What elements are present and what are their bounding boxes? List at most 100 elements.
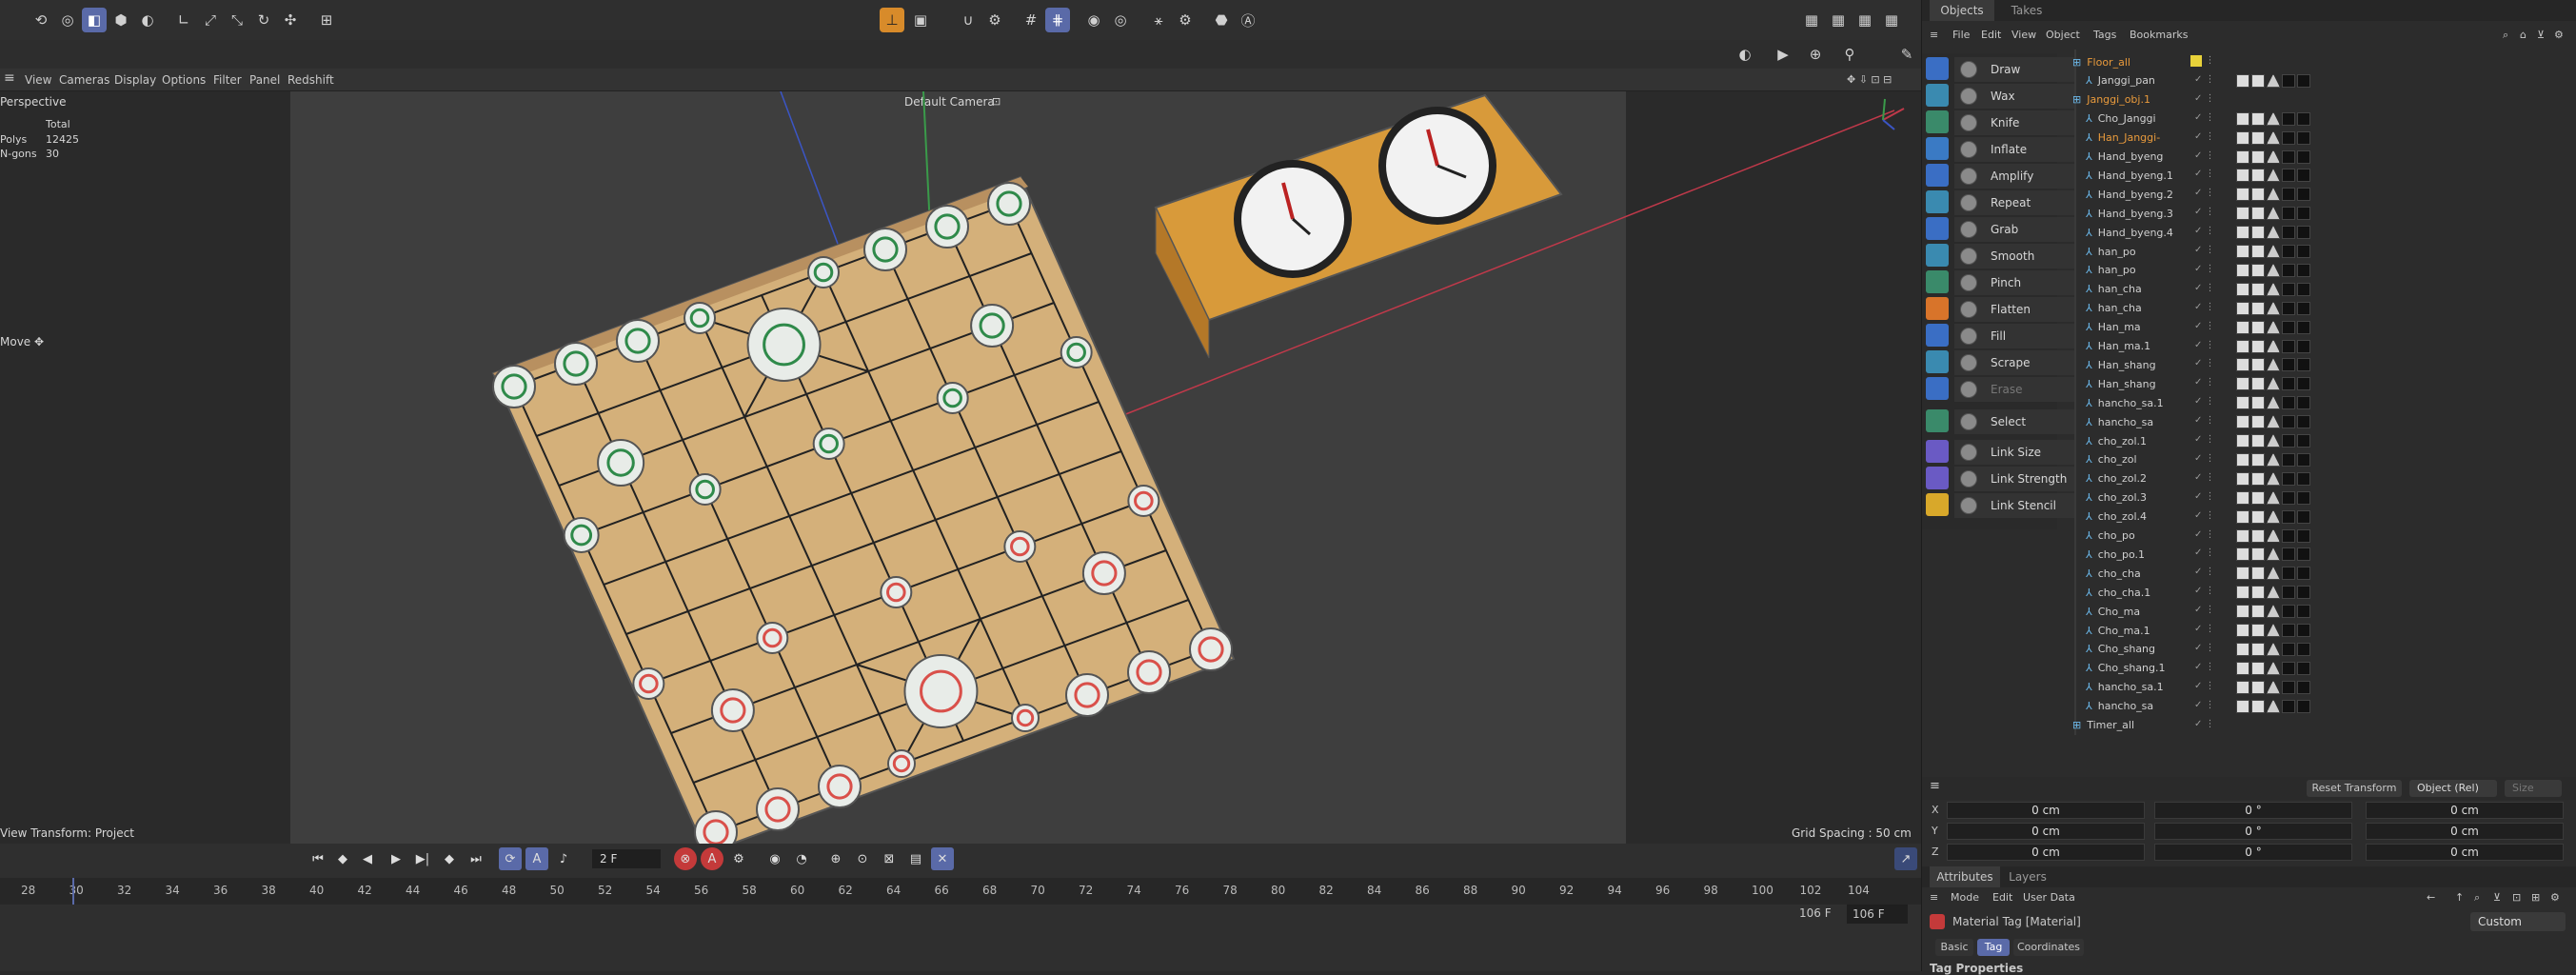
material-tag-icon[interactable] — [2236, 339, 2249, 353]
key-point-icon[interactable]: ▤ — [904, 847, 927, 870]
material-tag-icon[interactable] — [2282, 661, 2295, 675]
material-tag-icon[interactable] — [2236, 226, 2249, 240]
layer-icon[interactable]: ⬣ — [1209, 8, 1234, 32]
visibility-flags[interactable]: ✓ ⋮ — [2194, 624, 2215, 634]
key-param-icon[interactable]: ⊙ — [851, 847, 874, 870]
visibility-flags[interactable]: ✓ ⋮ — [2194, 321, 2215, 331]
material-tag-icon[interactable] — [2267, 509, 2280, 524]
material-tag-icon[interactable] — [2236, 377, 2249, 391]
material-tag-icon[interactable] — [2236, 567, 2249, 581]
material-tag-icon[interactable] — [2251, 509, 2265, 524]
material-tag-icon[interactable] — [2267, 605, 2280, 619]
material-tag-icon[interactable] — [2282, 490, 2295, 505]
hamburger-icon[interactable]: ≡ — [1930, 29, 1938, 41]
material-tag-icon[interactable] — [2297, 452, 2310, 467]
viewport-nav-icons[interactable]: ✥ ⇩ ⊡ ⊟ — [1847, 73, 1892, 86]
coord-rot-z[interactable]: 0 ° — [2154, 844, 2352, 861]
back-arrow-icon[interactable]: ← — [2427, 891, 2435, 904]
material-tag-icon[interactable] — [2236, 490, 2249, 505]
material-tag-icon[interactable] — [2282, 471, 2295, 486]
filter-icon[interactable]: ⊻ — [2493, 891, 2501, 904]
hamburger-icon[interactable]: ≡ — [1930, 779, 1940, 793]
visibility-flags[interactable]: ✓ ⋮ — [2194, 169, 2215, 179]
go-start-icon[interactable]: ⏮ — [307, 847, 329, 870]
material-tag-icon[interactable] — [2267, 490, 2280, 505]
menu-redshift[interactable]: Redshift — [287, 73, 334, 87]
material-tag-icon[interactable] — [2236, 320, 2249, 334]
tab-layers[interactable]: Layers — [2004, 866, 2051, 887]
visibility-flags[interactable]: ✓ ⋮ — [2194, 472, 2215, 483]
film-icon[interactable]: ▦ — [1799, 8, 1824, 32]
hamburger-icon[interactable]: ≡ — [1930, 891, 1938, 904]
coord-scale-x[interactable]: 0 cm — [2366, 802, 2564, 819]
material-tag-icon[interactable] — [2251, 586, 2265, 600]
target-icon[interactable]: ◉ — [1081, 8, 1106, 32]
coord-pos-z[interactable]: 0 cm — [1947, 844, 2145, 861]
material-tag-icon[interactable] — [2267, 358, 2280, 372]
loop-icon[interactable]: ⟳ — [499, 847, 522, 870]
visibility-flags[interactable]: ✓ ⋮ — [2194, 358, 2215, 368]
material-tag-icon[interactable] — [2251, 358, 2265, 372]
coord-mode-dropdown[interactable]: Object (Rel) — [2409, 780, 2497, 797]
visibility-flags[interactable]: ✓ ⋮ — [2194, 245, 2215, 255]
play-icon[interactable]: ▶ — [385, 847, 407, 870]
material-tag-icon[interactable] — [2297, 245, 2310, 258]
visibility-flags[interactable]: ✓ ⋮ — [2194, 131, 2215, 142]
subtab-basic[interactable]: Basic — [1935, 939, 1973, 956]
material-tag-icon[interactable] — [2236, 471, 2249, 486]
material-tag-icon[interactable] — [2297, 226, 2310, 240]
material-tag-icon[interactable] — [2282, 642, 2295, 656]
key-pla-icon[interactable]: ⊠ — [878, 847, 901, 870]
material-tag-icon[interactable] — [2236, 149, 2249, 164]
material-tag-icon[interactable] — [2236, 282, 2249, 296]
visibility-flags[interactable]: ✓ ⋮ — [2194, 605, 2215, 615]
visibility-flags[interactable]: ✓ ⋮ — [2194, 719, 2215, 729]
material-tag-icon[interactable] — [2236, 130, 2249, 145]
material-tag-icon[interactable] — [2282, 149, 2295, 164]
material-tag-icon[interactable] — [2251, 680, 2265, 694]
visibility-flags[interactable]: ✓ ⋮ — [2194, 700, 2215, 710]
grid-snap-icon[interactable]: ⋕ — [1045, 8, 1070, 32]
visibility-flags[interactable]: ✓ ⋮ — [2194, 283, 2215, 293]
hamburger-icon[interactable]: ≡ — [4, 70, 15, 86]
visibility-flags[interactable]: ✓ ⋮ — [2194, 74, 2215, 85]
menu-cameras[interactable]: Cameras — [59, 73, 109, 87]
undo-icon[interactable]: ⟲ — [29, 8, 53, 32]
material-tag-icon[interactable] — [2236, 263, 2249, 277]
material-tag-icon[interactable] — [2236, 207, 2249, 221]
visibility-flags[interactable]: ✓ ⋮ — [2194, 377, 2215, 388]
material-tag-icon[interactable] — [2251, 263, 2265, 277]
circle-target-icon[interactable]: ◎ — [1108, 8, 1133, 32]
material-tag-icon[interactable] — [2251, 169, 2265, 183]
menu-display[interactable]: Display — [114, 73, 156, 87]
material-tag-icon[interactable] — [2297, 188, 2310, 202]
visibility-flags[interactable]: ✓ ⋮ — [2194, 491, 2215, 502]
material-tag-icon[interactable] — [2297, 624, 2310, 637]
material-tag-icon[interactable] — [2236, 509, 2249, 524]
material-tag-icon[interactable] — [2282, 547, 2295, 562]
next-frame-icon[interactable]: ▶| — [411, 847, 434, 870]
menu-panel[interactable]: Panel — [249, 73, 280, 87]
render-queue-icon[interactable]: ▦ — [1879, 8, 1904, 32]
material-tag-icon[interactable] — [2282, 377, 2295, 391]
coord-scale-z[interactable]: 0 cm — [2366, 844, 2564, 861]
material-tag-icon[interactable] — [2297, 680, 2310, 694]
material-tag-icon[interactable] — [2236, 452, 2249, 467]
material-tag-icon[interactable] — [2251, 149, 2265, 164]
visibility-flags[interactable]: ✓ ⋮ — [2194, 453, 2215, 464]
material-tag-icon[interactable] — [2282, 452, 2295, 467]
lock-icon[interactable]: ⊡ — [2512, 891, 2521, 904]
material-tag-icon[interactable] — [2282, 226, 2295, 240]
material-tag-icon[interactable] — [2251, 699, 2265, 713]
material-tag-icon[interactable] — [2267, 642, 2280, 656]
visibility-flags[interactable]: ✓ ⋮ — [2194, 340, 2215, 350]
graph-icon[interactable]: ↗ — [1894, 847, 1917, 870]
material-tag-icon[interactable] — [2267, 188, 2280, 202]
material-tag-icon[interactable] — [2297, 471, 2310, 486]
material-tag-icon[interactable] — [2267, 471, 2280, 486]
material-tag-icon[interactable] — [2251, 567, 2265, 581]
home-icon[interactable]: ⌂ — [2520, 29, 2526, 41]
visibility-flags[interactable]: ✓ ⋮ — [2194, 93, 2215, 104]
material-tag-icon[interactable] — [2297, 490, 2310, 505]
menu-object[interactable]: Object — [2046, 29, 2080, 41]
